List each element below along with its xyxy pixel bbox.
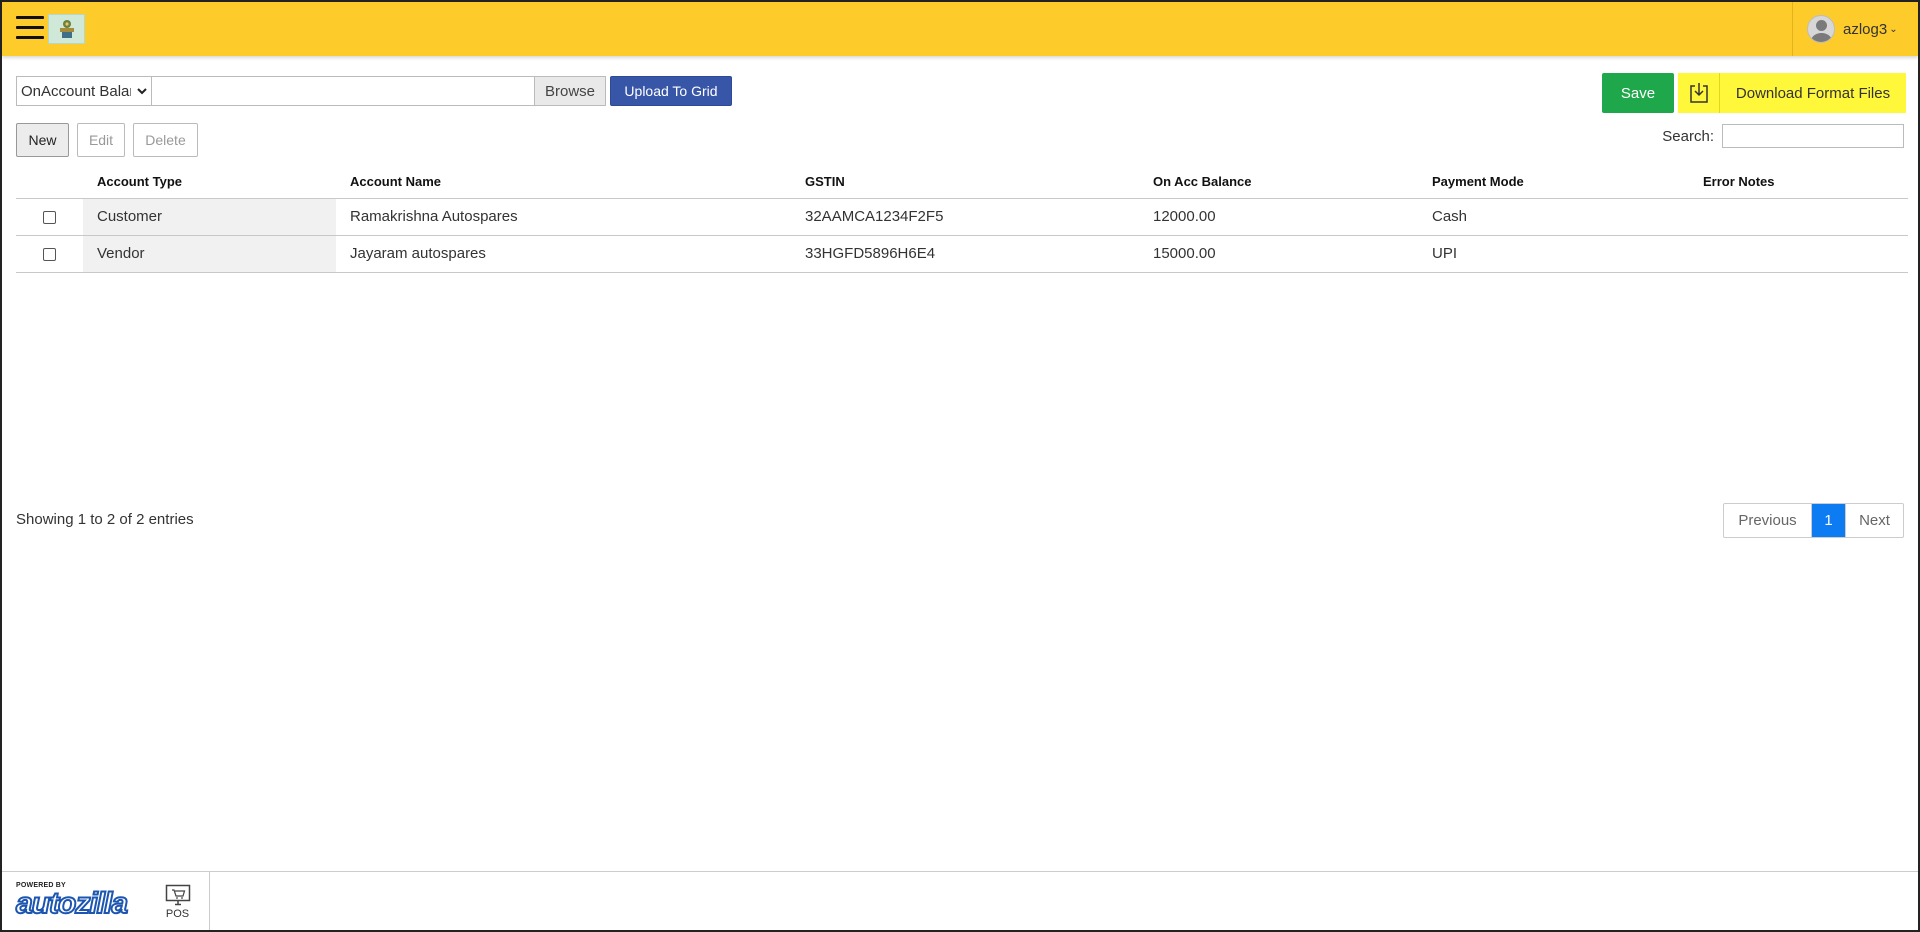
column-header-error-notes[interactable]: Error Notes: [1689, 166, 1908, 199]
download-label: Download Format Files: [1735, 84, 1891, 102]
upload-row: OnAccount Balance Browse Upload To Grid: [16, 76, 732, 106]
data-grid: Account Type Account Name GSTIN On Acc B…: [16, 166, 1908, 273]
balance-cell[interactable]: 12000.00: [1139, 198, 1418, 236]
row-checkbox[interactable]: [43, 247, 56, 261]
chevron-down-icon: [137, 88, 147, 95]
file-path-input[interactable]: [152, 76, 534, 106]
gstin-cell[interactable]: 33HGFD5896H6E4: [791, 235, 1139, 273]
footer-bar: POWERED BY autozilla POS: [2, 871, 1918, 930]
powered-by-logo: POWERED BY autozilla: [15, 882, 129, 920]
select-column-header: [16, 166, 83, 199]
column-header-balance[interactable]: On Acc Balance: [1139, 166, 1418, 199]
company-logo[interactable]: [48, 14, 85, 44]
table-header-row: Account Type Account Name GSTIN On Acc B…: [16, 166, 1908, 199]
search-box: Search:: [1662, 124, 1904, 148]
column-header-account-type[interactable]: Account Type: [83, 166, 336, 199]
row-checkbox[interactable]: [43, 210, 56, 224]
download-format-files-button[interactable]: Download Format Files: [1678, 73, 1906, 113]
account-name-cell[interactable]: Jayaram autospares: [336, 235, 791, 273]
pagination: Previous 1 Next: [1723, 503, 1904, 538]
row-select-cell: [16, 235, 83, 273]
error-notes-cell[interactable]: [1689, 235, 1908, 273]
edit-button[interactable]: Edit: [77, 123, 125, 157]
account-name-cell[interactable]: Ramakrishna Autospares: [336, 198, 791, 236]
brand-logo: autozilla: [15, 887, 129, 920]
column-header-payment-mode[interactable]: Payment Mode: [1418, 166, 1689, 199]
emblem-icon: [59, 20, 74, 38]
hamburger-icon[interactable]: [16, 16, 44, 40]
pos-tab[interactable]: POS: [146, 872, 210, 930]
username: azlog3: [1843, 20, 1888, 38]
upload-to-grid-button[interactable]: Upload To Grid: [610, 76, 732, 106]
avatar: [1807, 15, 1835, 43]
column-header-account-name[interactable]: Account Name: [336, 166, 791, 199]
balance-cell[interactable]: 15000.00: [1139, 235, 1418, 273]
grid-toolbar: New Edit Delete: [16, 123, 206, 157]
save-button[interactable]: Save: [1602, 73, 1674, 113]
upload-type-select[interactable]: OnAccount Balance: [16, 76, 152, 106]
payment-mode-cell[interactable]: Cash: [1418, 198, 1689, 236]
top-bar: azlog3 ⌄: [2, 2, 1918, 56]
entries-info: Showing 1 to 2 of 2 entries: [16, 511, 194, 528]
download-icon: [1678, 73, 1720, 113]
user-menu[interactable]: azlog3 ⌄: [1792, 2, 1918, 56]
app-frame: azlog3 ⌄ OnAccount Balance Browse Upload…: [0, 0, 1920, 932]
delete-button[interactable]: Delete: [133, 123, 198, 157]
account-type-cell[interactable]: Vendor: [83, 235, 336, 273]
previous-page-button[interactable]: Previous: [1724, 504, 1812, 537]
next-page-button[interactable]: Next: [1845, 504, 1903, 537]
search-input[interactable]: [1722, 124, 1904, 148]
column-header-gstin[interactable]: GSTIN: [791, 166, 1139, 199]
pos-label: POS: [165, 908, 190, 920]
browse-button[interactable]: Browse: [534, 76, 606, 106]
pos-monitor-icon: [165, 884, 190, 906]
page-1-button[interactable]: 1: [1812, 504, 1845, 537]
new-button[interactable]: New: [16, 123, 69, 157]
table-row[interactable]: Customer Ramakrishna Autospares 32AAMCA1…: [16, 198, 1908, 236]
table-row[interactable]: Vendor Jayaram autospares 33HGFD5896H6E4…: [16, 235, 1908, 273]
search-label: Search:: [1662, 127, 1714, 145]
payment-mode-cell[interactable]: UPI: [1418, 235, 1689, 273]
error-notes-cell[interactable]: [1689, 198, 1908, 236]
upload-type-value: OnAccount Balance: [21, 82, 131, 100]
account-type-cell[interactable]: Customer: [83, 198, 336, 236]
row-select-cell: [16, 198, 83, 236]
chevron-down-icon: ⌄: [1889, 23, 1898, 35]
gstin-cell[interactable]: 32AAMCA1234F2F5: [791, 198, 1139, 236]
